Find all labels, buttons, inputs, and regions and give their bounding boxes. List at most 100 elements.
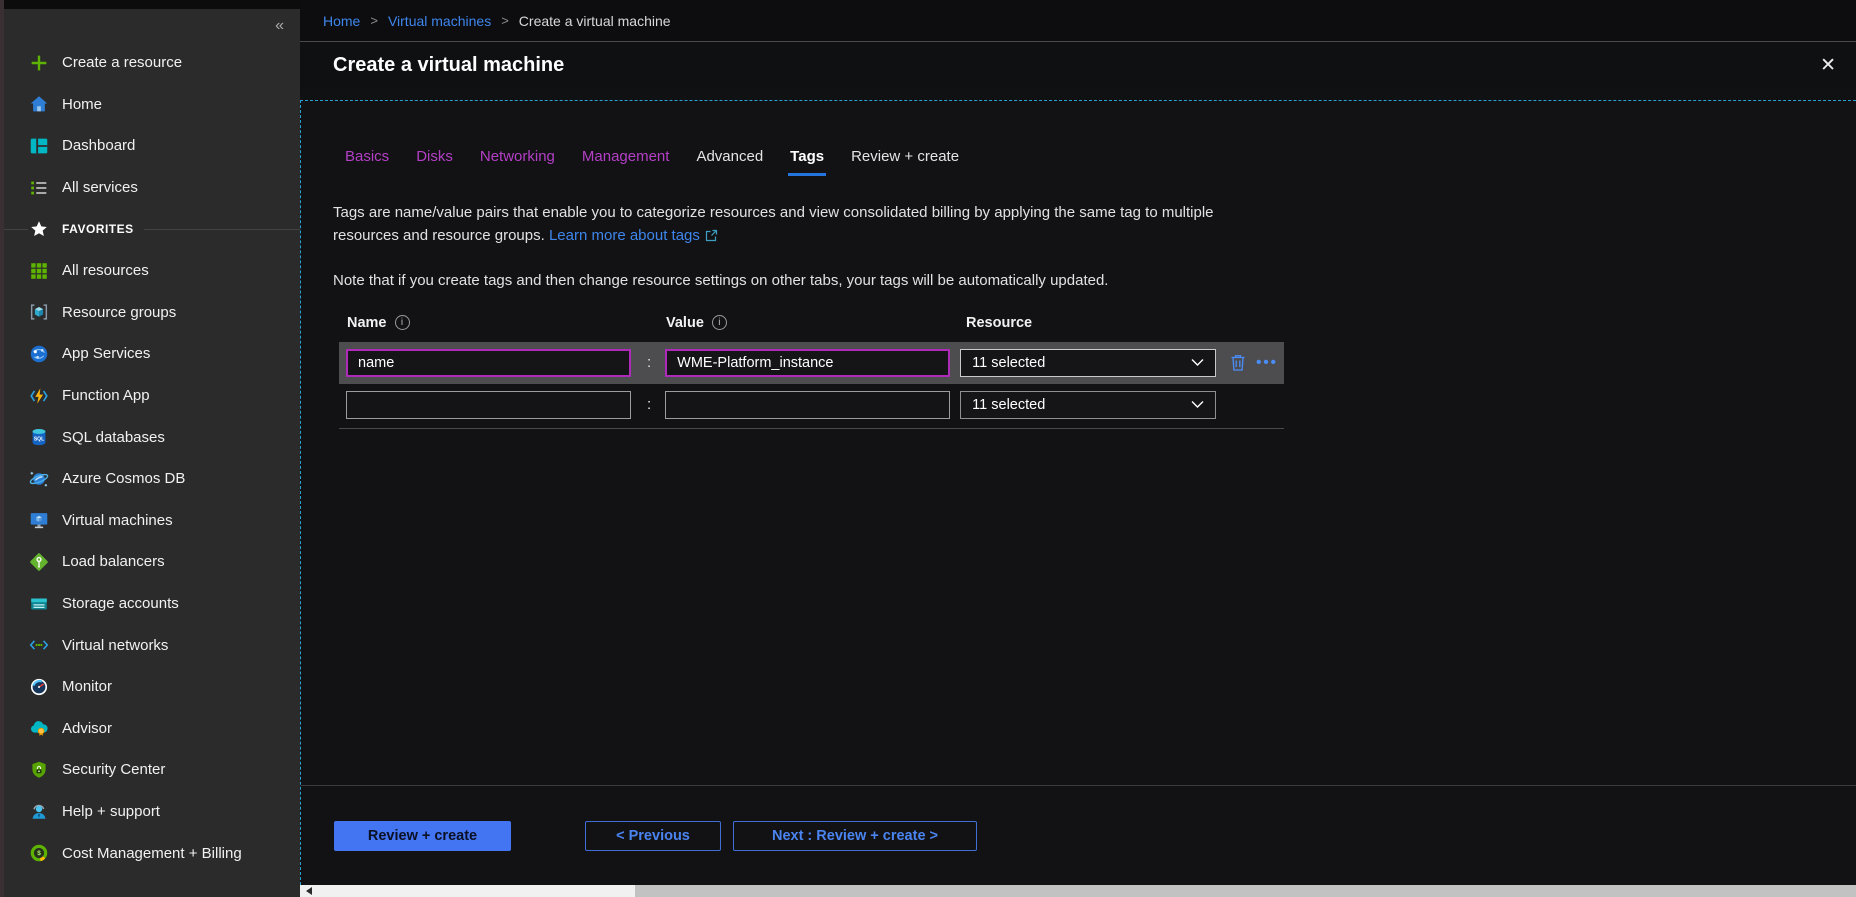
name-value-separator: : xyxy=(647,396,651,413)
sidebar-item-create-a-resource[interactable]: Create a resource xyxy=(4,42,300,84)
breadcrumb-link-home[interactable]: Home xyxy=(323,13,360,29)
sidebar-nav: Create a resource Home Dashboard All ser… xyxy=(4,9,300,874)
scroll-left-arrow-icon[interactable] xyxy=(306,887,312,895)
sidebar-item-all-resources[interactable]: All resources xyxy=(4,250,300,292)
info-icon[interactable]: i xyxy=(712,315,727,330)
more-options-icon[interactable]: ••• xyxy=(1256,355,1278,370)
cost-donut-icon: $ xyxy=(28,842,50,864)
resource-dropdown-value: 11 selected xyxy=(972,397,1045,413)
tab-basics[interactable]: Basics xyxy=(345,148,389,176)
next-button[interactable]: Next : Review + create > xyxy=(733,821,977,851)
create-vm-panel: Basics Disks Networking Management Advan… xyxy=(300,100,1856,885)
sidebar-item-label: Advisor xyxy=(62,720,112,737)
horizontal-scrollbar[interactable] xyxy=(300,885,1856,897)
sidebar-item-label: Dashboard xyxy=(62,137,135,154)
sidebar-item-label: Cost Management + Billing xyxy=(62,845,242,862)
sidebar-item-help-support[interactable]: Help + support xyxy=(4,791,300,833)
cube-brackets-icon xyxy=(28,301,50,323)
sidebar-item-label: Virtual machines xyxy=(62,512,173,529)
review-create-button[interactable]: Review + create xyxy=(334,821,511,851)
sidebar-item-app-services[interactable]: App Services xyxy=(4,333,300,375)
sidebar-item-label: App Services xyxy=(62,345,150,362)
chevron-down-icon xyxy=(1191,358,1204,367)
resource-dropdown[interactable]: 11 selected xyxy=(960,391,1216,419)
sidebar-item-function-app[interactable]: Function App xyxy=(4,375,300,417)
svg-text:SQL: SQL xyxy=(34,437,44,443)
chevron-down-icon xyxy=(1191,400,1204,409)
database-icon: SQL xyxy=(28,426,50,448)
sidebar-item-label: Security Center xyxy=(62,761,165,778)
delete-tag-button[interactable] xyxy=(1229,353,1247,372)
gauge-icon xyxy=(28,676,50,698)
app-services-globe-icon xyxy=(28,343,50,365)
close-icon[interactable]: ✕ xyxy=(1820,56,1836,75)
name-value-separator: : xyxy=(647,354,651,371)
tab-networking[interactable]: Networking xyxy=(480,148,555,176)
tag-name-input[interactable] xyxy=(346,349,631,377)
tag-name-input[interactable] xyxy=(346,391,631,419)
window-edge-strip xyxy=(0,0,4,897)
sidebar-item-resource-groups[interactable]: Resource groups xyxy=(4,292,300,334)
tab-bar: Basics Disks Networking Management Advan… xyxy=(345,148,1856,176)
plus-icon xyxy=(28,52,50,74)
sidebar-item-label: Azure Cosmos DB xyxy=(62,470,185,487)
tab-review-create[interactable]: Review + create xyxy=(851,148,959,176)
breadcrumb-current: Create a virtual machine xyxy=(519,13,671,29)
tab-tags[interactable]: Tags xyxy=(790,148,824,176)
sidebar-collapse-button[interactable]: « xyxy=(275,18,284,34)
tab-disks[interactable]: Disks xyxy=(416,148,453,176)
sidebar-item-label: SQL databases xyxy=(62,429,165,446)
dashboard-icon xyxy=(28,135,50,157)
tab-management[interactable]: Management xyxy=(582,148,670,176)
sidebar-item-label: Load balancers xyxy=(62,553,165,570)
sidebar-item-advisor[interactable]: Advisor xyxy=(4,708,300,750)
azure-portal-window: « Create a resource Home Dashboard All s… xyxy=(0,0,1856,897)
breadcrumb: Home > Virtual machines > Create a virtu… xyxy=(300,0,1856,42)
network-brackets-icon xyxy=(28,634,50,656)
sidebar-item-label: All resources xyxy=(62,262,149,279)
info-icon[interactable]: i xyxy=(395,315,410,330)
sidebar-item-label: Home xyxy=(62,96,102,113)
sidebar-item-label: Create a resource xyxy=(62,54,182,71)
trash-icon xyxy=(1229,353,1247,372)
tag-value-input[interactable] xyxy=(665,349,950,377)
sidebar-item-virtual-networks[interactable]: Virtual networks xyxy=(4,624,300,666)
learn-more-link[interactable]: Learn more about tags xyxy=(549,227,700,244)
vm-monitor-icon xyxy=(28,509,50,531)
tag-table: Name i Value i Resource : xyxy=(339,315,1856,429)
planet-icon xyxy=(28,468,50,490)
table-divider xyxy=(339,428,1284,429)
breadcrumb-link-virtual-machines[interactable]: Virtual machines xyxy=(388,13,491,29)
tag-row-1: : 11 selected ••• xyxy=(339,342,1284,384)
page-title: Create a virtual machine xyxy=(333,54,564,77)
tags-note: Note that if you create tags and then ch… xyxy=(333,272,1856,289)
tags-description: Tags are name/value pairs that enable yo… xyxy=(333,201,1273,250)
external-link-icon xyxy=(705,226,718,249)
tag-value-input[interactable] xyxy=(665,391,950,419)
load-balancer-diamond-icon xyxy=(28,551,50,573)
sidebar-item-sql-databases[interactable]: SQL SQL databases xyxy=(4,416,300,458)
previous-button[interactable]: < Previous xyxy=(585,821,721,851)
panel-footer: Review + create < Previous Next : Review… xyxy=(301,785,1856,885)
tab-advanced[interactable]: Advanced xyxy=(696,148,763,176)
resource-dropdown[interactable]: 11 selected xyxy=(960,349,1216,377)
sidebar-item-all-services[interactable]: All services xyxy=(4,167,300,209)
tags-description-text: Tags are name/value pairs that enable yo… xyxy=(333,204,1214,244)
page-header: Create a virtual machine ✕ xyxy=(300,42,1856,89)
sidebar-item-monitor[interactable]: Monitor xyxy=(4,666,300,708)
sidebar-item-load-balancers[interactable]: Load balancers xyxy=(4,541,300,583)
sidebar-item-storage-accounts[interactable]: Storage accounts xyxy=(4,583,300,625)
sidebar-item-dashboard[interactable]: Dashboard xyxy=(4,125,300,167)
sidebar-item-home[interactable]: Home xyxy=(4,84,300,126)
sidebar-item-cost-management-billing[interactable]: $ Cost Management + Billing xyxy=(4,832,300,874)
scrollbar-thumb[interactable] xyxy=(300,885,635,897)
sidebar-item-virtual-machines[interactable]: Virtual machines xyxy=(4,500,300,542)
support-person-icon xyxy=(28,800,50,822)
sidebar-item-azure-cosmos-db[interactable]: Azure Cosmos DB xyxy=(4,458,300,500)
sidebar-item-label: Function App xyxy=(62,387,150,404)
sidebar-item-label: Storage accounts xyxy=(62,595,179,612)
sidebar-item-security-center[interactable]: Security Center xyxy=(4,749,300,791)
tag-row-2: : 11 selected xyxy=(339,390,1284,420)
svg-text:$: $ xyxy=(37,850,41,857)
top-edge-bar xyxy=(0,0,300,9)
